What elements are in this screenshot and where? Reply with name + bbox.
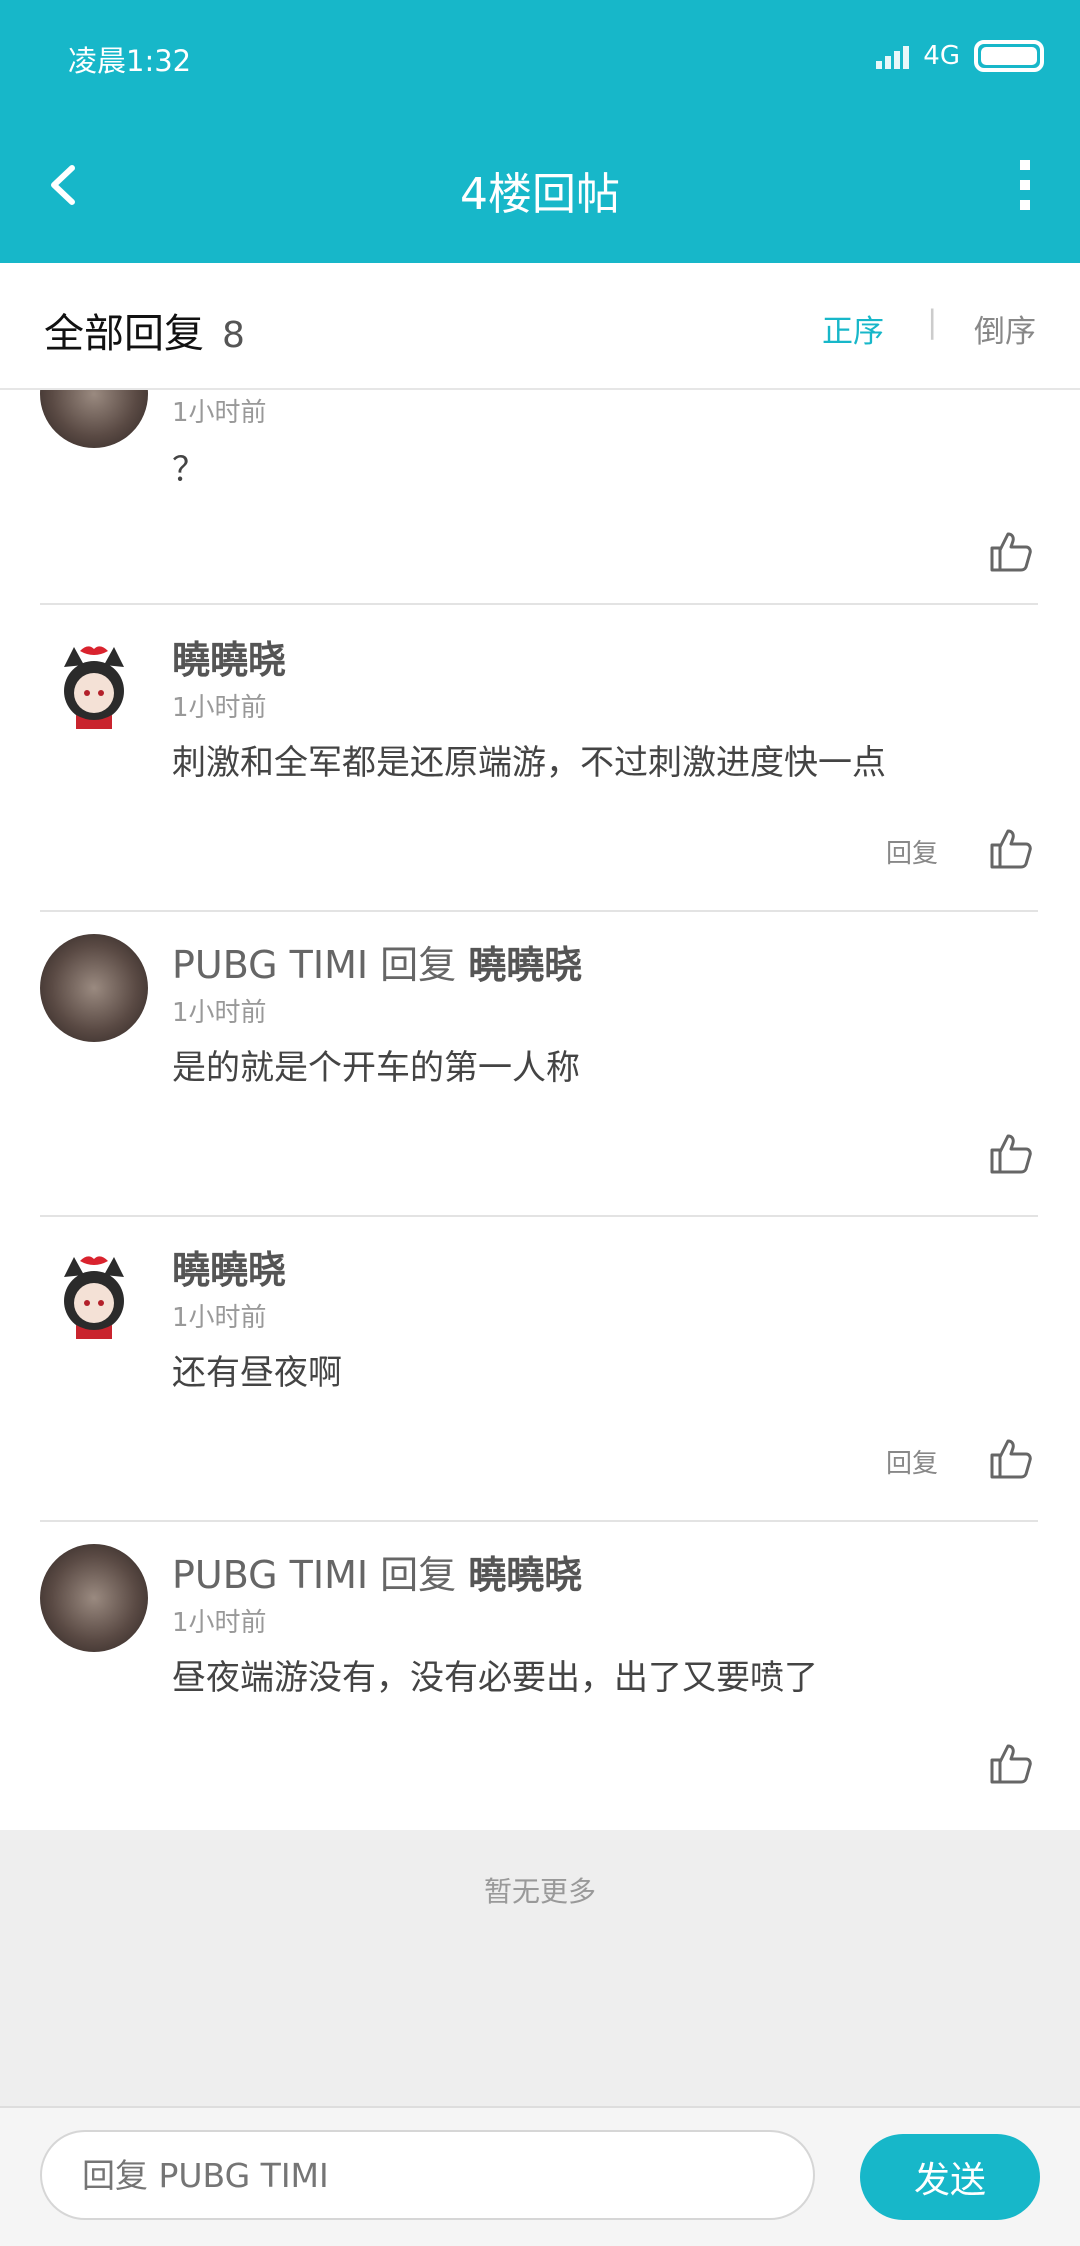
reply-content: 还有昼夜啊 (172, 1353, 342, 1393)
avatar[interactable] (40, 390, 148, 448)
reply-item: 曉曉晓 1小时前 刺激和全军都是还原端游，不过刺激进度快一点 回复 (0, 607, 1080, 912)
reply-time: 1小时前 (172, 998, 267, 1028)
all-replies-text: 全部回复 (44, 311, 204, 357)
reply-content: 刺激和全军都是还原端游，不过刺激进度快一点 (172, 743, 886, 783)
reply-item: PUBG TIMI 回复 曉曉晓 1小时前 是的就是个开车的第一人称 (0, 912, 1080, 1217)
thumbs-up-icon[interactable] (988, 825, 1034, 871)
sort-descending-button[interactable]: 倒序 (974, 306, 1036, 351)
reply-content: ？ (172, 450, 206, 490)
battery-icon (974, 40, 1044, 72)
reply-time: 1小时前 (172, 398, 267, 428)
reply-button[interactable]: 回复 (886, 1443, 938, 1480)
avatar[interactable] (40, 1544, 148, 1652)
reply-to-word: 回复 (380, 1553, 457, 1597)
reply-content: 是的就是个开车的第一人称 (172, 1048, 580, 1088)
avatar[interactable] (40, 629, 148, 737)
reply-author[interactable]: 曉曉晓 (172, 1239, 286, 1294)
status-time: 凌晨1:32 (68, 44, 192, 78)
reply-author: PUBG TIMI 回复 曉曉晓 (172, 934, 582, 989)
reply-time: 1小时前 (172, 693, 267, 723)
reply-item: 曉曉晓 1小时前 还有昼夜啊 回复 (0, 1217, 1080, 1522)
reply-composer: 发送 (0, 2106, 1080, 2246)
reply-author: PUBG TIMI 回复 曉曉晓 (172, 1544, 582, 1599)
reply-time: 1小时前 (172, 1608, 267, 1638)
reply-item: PUBG TIMI 回复 曉曉晓 1小时前 昼夜端游没有，没有必要出，出了又要喷… (0, 1522, 1080, 1827)
avatar[interactable] (40, 1239, 148, 1347)
reply-input[interactable] (40, 2130, 815, 2220)
no-more-text: 暂无更多 (483, 1875, 596, 1908)
author-name[interactable]: PUBG TIMI (172, 943, 368, 987)
page-title: 4楼回帖 (460, 169, 620, 220)
thumbs-up-icon[interactable] (988, 1740, 1034, 1786)
reply-list: 1小时前 ？ 曉曉晓 1小时前 刺激和全军都是还原端游，不过刺激进度快一点 回复 (0, 390, 1080, 1830)
thumbs-up-icon[interactable] (988, 1435, 1034, 1481)
reply-author[interactable]: 曉曉晓 (172, 629, 286, 684)
reply-time: 1小时前 (172, 1303, 267, 1333)
sort-ascending-button[interactable]: 正序 (822, 306, 884, 351)
top-bar: 凌晨1:32 4G 4楼回帖 (0, 0, 1080, 263)
wifi-signal-icon (876, 43, 910, 69)
reply-button[interactable]: 回复 (886, 833, 938, 870)
author-name[interactable]: 曉曉晓 (172, 1248, 286, 1292)
avatar[interactable] (40, 934, 148, 1042)
status-icons: 4G (876, 36, 1044, 76)
reply-item: 1小时前 ？ (0, 390, 1080, 605)
sort-separator: | (927, 304, 938, 340)
divider (40, 603, 1038, 605)
send-button[interactable]: 发送 (860, 2134, 1040, 2220)
network-type: 4G (923, 41, 960, 71)
reply-count: 8 (222, 315, 245, 356)
thumbs-up-icon[interactable] (988, 1130, 1034, 1176)
author-name[interactable]: 曉曉晓 (172, 638, 286, 682)
replies-header: 全部回复 8 正序 | 倒序 (0, 263, 1080, 390)
reply-target-name[interactable]: 曉曉晓 (468, 1553, 582, 1597)
reply-to-word: 回复 (380, 943, 457, 987)
thumbs-up-icon[interactable] (988, 528, 1034, 574)
reply-target-name[interactable]: 曉曉晓 (468, 943, 582, 987)
all-replies-label: 全部回复 8 (44, 301, 245, 359)
author-name[interactable]: PUBG TIMI (172, 1553, 368, 1597)
more-menu-icon[interactable] (1010, 160, 1040, 210)
reply-content: 昼夜端游没有，没有必要出，出了又要喷了 (172, 1658, 818, 1698)
